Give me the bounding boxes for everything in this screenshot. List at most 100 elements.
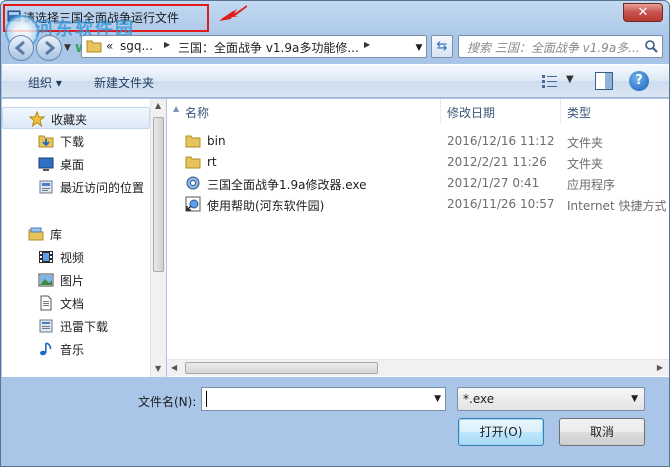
nav-item-thunder-downloads[interactable]: 迅雷下载 [2,315,150,337]
music-library-icon [40,342,52,356]
organize-menu[interactable]: 组织 ▾ [28,74,62,91]
nav-item-documents[interactable]: 文档 [2,292,150,314]
address-bar[interactable]: « sgq... ▶ 三国：全面战争 v1.9a多功能修... ▶ [81,35,427,58]
scroll-thumb[interactable] [153,117,164,272]
file-row[interactable]: bin 2016/12/16 11:12 文件夹 [167,131,669,152]
sort-ascending-icon: ▲ [173,104,180,113]
nav-item-favorites[interactable]: 收藏夹 [2,107,150,129]
filename-input[interactable]: ▼ [201,387,446,411]
nav-label: 最近访问的位置 [60,181,145,195]
nav-item-recent-places[interactable]: 最近访问的位置 [2,176,150,198]
file-name: 三国全面战争1.9a修改器.exe [207,178,367,192]
file-date: 2012/2/21 11:26 [447,155,547,169]
nav-label: 库 [50,228,63,242]
preview-pane-button[interactable] [595,72,613,90]
nav-label: 文档 [60,297,85,311]
nav-label: 视频 [60,251,85,265]
thunder-download-icon [39,319,53,333]
arrow-right-icon [45,40,56,56]
file-name: 使用帮助(河东软件园) [207,199,325,213]
search-box[interactable]: 搜索 三国：全面战争 v1.9a多... [458,35,663,58]
refresh-icon: ⇆ [436,39,448,54]
breadcrumb-chevron-icon[interactable]: ▶ [164,40,170,49]
nav-item-pictures[interactable]: 图片 [2,269,150,291]
file-type: 文件夹 [567,157,604,171]
nav-label: 收藏夹 [51,113,88,127]
column-label: 名称 [185,106,210,120]
change-view-button[interactable]: ▼ [542,72,580,92]
file-row[interactable]: 使用帮助(河东软件园) 2016/11/26 10:57 Internet 快捷… [167,194,669,215]
file-type: 应用程序 [567,178,616,192]
search-icon[interactable] [644,39,658,53]
breadcrumb-segment[interactable]: 三国：全面战争 v1.9a多功能修... [178,39,359,56]
breadcrumb-segment[interactable]: sgq... [120,39,153,53]
scroll-left-icon[interactable]: ◀ [171,363,177,372]
close-button[interactable]: ✕ [623,3,663,22]
folder-icon [86,40,102,53]
command-bar: 组织 ▾ 新建文件夹 ▼ ? [2,64,669,98]
star-icon [29,111,45,127]
file-date: 2016/11/26 10:57 [447,197,555,211]
video-library-icon [39,251,53,263]
address-prefix[interactable]: « [106,39,113,53]
nav-label: 迅雷下载 [60,320,109,334]
file-row[interactable]: rt 2012/2/21 11:26 文件夹 [167,152,669,173]
file-list: 名称 ▲ 修改日期 类型 bin 2016/12/16 11:12 文件夹 rt… [167,99,669,377]
search-placeholder[interactable]: 搜索 三国：全面战争 v1.9a多... [467,39,642,56]
folder-icon [185,156,201,169]
chevron-down-icon: ▼ [631,394,638,404]
nav-item-videos[interactable]: 视频 [2,246,150,268]
column-header-type[interactable]: 类型 [561,99,669,123]
open-button[interactable]: 打开(O) [458,418,544,446]
file-name: bin [207,134,226,148]
scroll-thumb[interactable] [185,362,378,374]
highlight-box [3,4,209,32]
file-row[interactable]: 三国全面战争1.9a修改器.exe 2012/1/27 0:41 应用程序 [167,173,669,194]
file-type-value: *.exe [463,392,495,406]
filename-label: 文件名(N): [138,395,197,409]
file-type-select[interactable]: *.exe ▼ [457,387,645,411]
nav-scrollbar[interactable]: ▲ ▼ [150,99,166,377]
internet-shortcut-icon [185,196,201,212]
address-dropdown[interactable]: ▼ [411,39,427,58]
column-label: 修改日期 [447,106,496,120]
nav-item-libraries[interactable]: 库 [2,223,150,245]
navigation-pane: 收藏夹 下载 桌面 最近访问的位置 库 视频 图片 文档 迅雷下载 音乐 ▲ ▼ [2,99,166,377]
scroll-right-icon[interactable]: ▶ [657,363,663,372]
new-folder-button[interactable]: 新建文件夹 [94,74,154,91]
file-type: Internet 快捷方式 [567,199,667,213]
back-button[interactable] [8,35,34,61]
file-list-hscrollbar[interactable]: ◀ ▶ [167,359,669,376]
forward-button[interactable] [36,35,62,61]
chevron-down-icon[interactable]: ▼ [434,394,441,404]
refresh-button[interactable]: ⇆ [431,35,453,58]
application-icon [186,176,200,190]
nav-label: 桌面 [60,158,85,172]
scroll-down-icon[interactable]: ▼ [155,364,161,373]
arrow-left-icon [14,40,25,56]
cancel-button[interactable]: 取消 [559,418,645,446]
recent-pages-dropdown[interactable]: ▼ [64,43,71,53]
file-date: 2016/12/16 11:12 [447,134,555,148]
help-icon[interactable]: ? [629,71,649,91]
title-bar: 请选择三国全面战争运行文件 ✕ [1,1,669,33]
nav-item-music[interactable]: 音乐 [2,338,150,360]
nav-label: 下载 [60,135,85,149]
file-name: rt [207,155,217,169]
nav-item-desktop[interactable]: 桌面 [2,153,150,175]
nav-label: 音乐 [60,343,85,357]
view-list-icon [542,75,557,88]
open-file-dialog: 请选择三国全面战争运行文件 ✕ 河东软件园 www.pc0359.cn ▼ « … [0,0,670,467]
chevron-down-icon: ▼ [566,74,574,85]
column-label: 类型 [567,106,592,120]
scroll-up-icon[interactable]: ▲ [155,101,161,110]
breadcrumb-chevron-icon[interactable]: ▶ [364,40,370,49]
recent-places-icon [39,180,53,194]
pictures-library-icon [38,273,54,287]
file-date: 2012/1/27 0:41 [447,176,540,190]
desktop-icon [38,157,54,171]
nav-item-downloads[interactable]: 下载 [2,130,150,152]
column-header-name[interactable]: 名称 ▲ [167,99,441,123]
file-type: 文件夹 [567,136,604,150]
column-header-date[interactable]: 修改日期 [441,99,561,123]
